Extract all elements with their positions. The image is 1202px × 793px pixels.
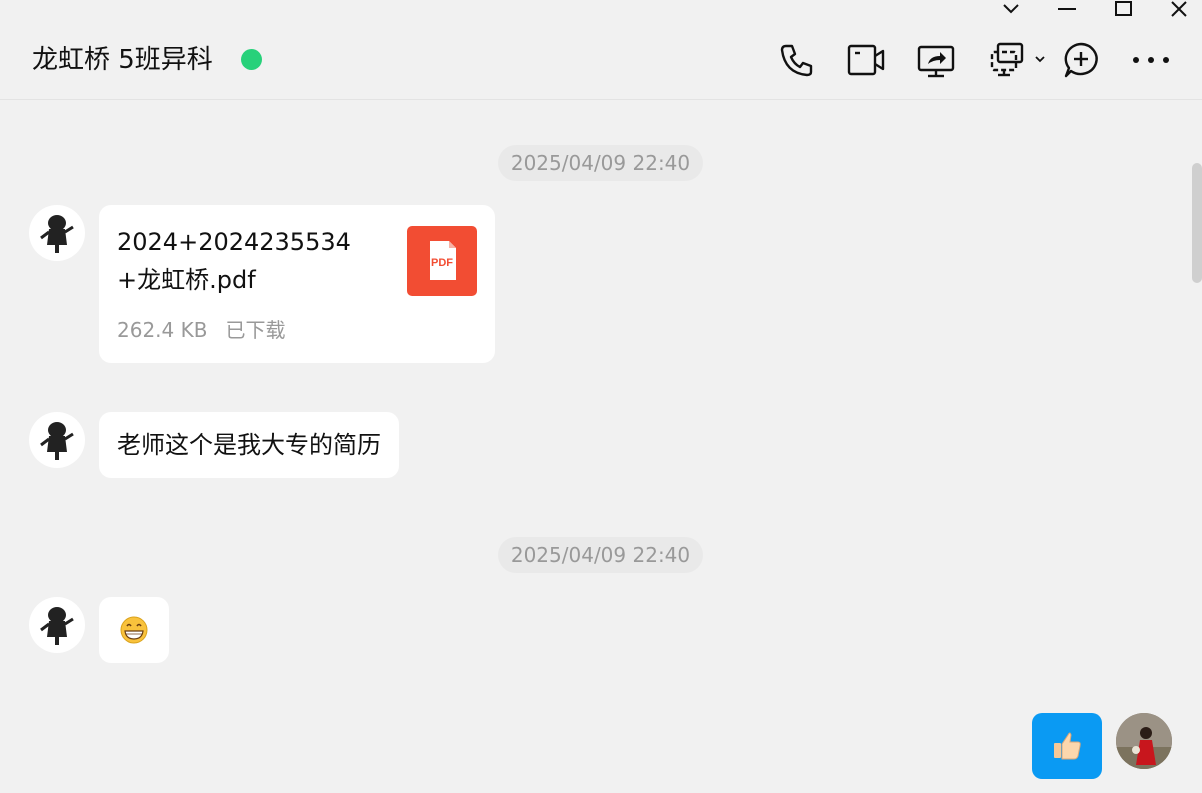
file-size: 262.4 KB [117,318,208,342]
message-timestamp: 2025/04/09 22:40 [498,537,703,573]
video-icon[interactable] [846,40,886,80]
svg-text:PDF: PDF [431,257,453,269]
thumbs-up-emoji [1054,732,1081,760]
grinning-face-emoji [120,616,148,644]
avatar-figure-icon [40,607,74,645]
file-name: 2024+2024235534+龙虹桥.pdf [117,228,351,294]
download-status: 已下载 [225,318,286,342]
file-message-bubble[interactable]: 2024+2024235534+龙虹桥.pdf PDF 262.4 KB 已下载 [99,205,495,363]
self-emoji-message-bubble[interactable] [1032,713,1102,779]
contact-avatar[interactable] [29,597,85,653]
message-timestamp: 2025/04/09 22:40 [498,145,703,181]
avatar-figure-icon [40,422,74,460]
emoji-message-bubble[interactable] [99,597,169,663]
contact-avatar[interactable] [29,412,85,468]
add-chat-icon[interactable] [1061,40,1101,80]
more-icon[interactable] [1131,40,1171,80]
remote-assist-icon[interactable] [988,40,1048,80]
close-icon[interactable] [1159,0,1199,20]
chat-header: 龙虹桥 5班异科 [0,0,1202,100]
avatar-figure-icon [40,215,74,253]
maximize-icon[interactable] [1103,0,1143,20]
chevron-down-icon[interactable] [991,0,1031,20]
phone-icon[interactable] [777,40,817,80]
screen-share-icon[interactable] [916,40,956,80]
pdf-icon: PDF [407,226,477,296]
file-meta: 262.4 KB 已下载 [117,315,285,345]
contact-avatar[interactable] [29,205,85,261]
online-status-dot [241,49,262,70]
self-avatar[interactable] [1116,713,1172,769]
text-message-bubble[interactable]: 老师这个是我大专的简历 [99,412,399,478]
scrollbar-thumb[interactable] [1192,163,1202,283]
minimize-icon[interactable] [1047,0,1087,20]
chat-title[interactable]: 龙虹桥 5班异科 [32,42,213,78]
